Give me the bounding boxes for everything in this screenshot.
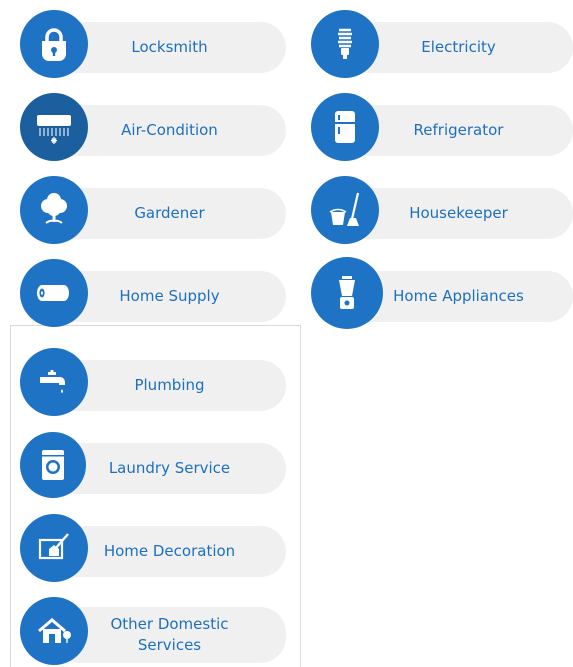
- service-label: Plumbing: [134, 376, 205, 394]
- service-tile-electricity[interactable]: Electricity: [311, 10, 573, 78]
- lightbulb-icon: [311, 10, 379, 78]
- service-pill[interactable]: Locksmith: [53, 22, 286, 73]
- service-pill[interactable]: Air-Condition: [53, 105, 286, 156]
- service-pill[interactable]: Gardener: [53, 188, 286, 239]
- lock-icon: [20, 10, 88, 78]
- air-conditioner-icon: [20, 93, 88, 161]
- service-label: Air-Condition: [121, 121, 218, 139]
- service-label: Home Supply: [119, 287, 220, 305]
- service-pill[interactable]: Other Domestic Services: [53, 607, 286, 663]
- tree-icon: [20, 176, 88, 244]
- service-label: Laundry Service: [108, 459, 231, 477]
- washing-machine-icon: [20, 432, 86, 498]
- service-label: Refrigerator: [413, 121, 504, 139]
- service-label: Locksmith: [131, 38, 208, 56]
- service-tile-other[interactable]: Other Domestic Services: [20, 597, 286, 665]
- mop-bucket-icon: [311, 176, 379, 244]
- service-label: Other Domestic Services: [110, 615, 229, 654]
- house-icon: [20, 597, 88, 665]
- service-label: Housekeeper: [409, 204, 508, 222]
- blender-icon: [311, 257, 383, 329]
- service-pill[interactable]: Plumbing: [53, 360, 286, 411]
- service-tile-air-condition[interactable]: Air-Condition: [20, 93, 286, 161]
- service-pill[interactable]: Laundry Service: [53, 443, 286, 494]
- service-tile-plumbing[interactable]: Plumbing: [20, 348, 286, 416]
- service-tile-home-decoration[interactable]: Home Decoration: [20, 514, 286, 582]
- service-tile-housekeeper[interactable]: Housekeeper: [311, 176, 573, 244]
- service-tile-gardener[interactable]: Gardener: [20, 176, 286, 244]
- service-tile-laundry[interactable]: Laundry Service: [20, 432, 286, 499]
- service-label: Home Appliances: [393, 287, 524, 305]
- service-tile-refrigerator[interactable]: Refrigerator: [311, 93, 573, 161]
- service-pill[interactable]: Home Decoration: [53, 526, 286, 577]
- service-tile-locksmith[interactable]: Locksmith: [20, 10, 286, 78]
- service-label: Gardener: [134, 204, 205, 222]
- faucet-icon: [20, 348, 88, 416]
- service-pill[interactable]: Home Supply: [53, 271, 286, 322]
- paint-brush-icon: [20, 514, 88, 582]
- refrigerator-icon: [311, 93, 379, 161]
- service-label: Electricity: [421, 38, 496, 56]
- service-label: Home Decoration: [103, 542, 236, 560]
- toilet-paper-icon: [20, 259, 88, 327]
- service-tile-home-supply[interactable]: Home Supply: [20, 259, 286, 327]
- service-tile-home-appliances[interactable]: Home Appliances: [311, 257, 573, 329]
